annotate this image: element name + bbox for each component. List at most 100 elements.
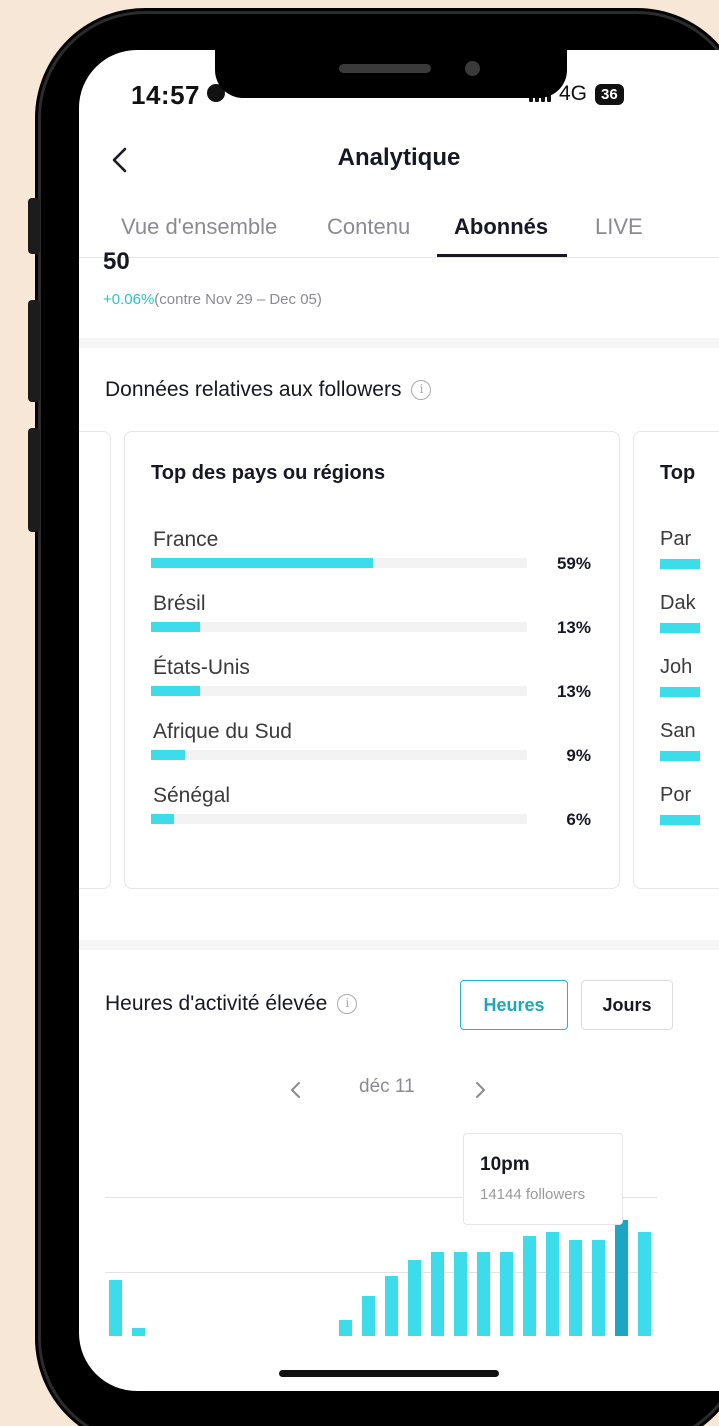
network-type: 4G bbox=[559, 82, 588, 105]
city-row: Dak bbox=[660, 592, 700, 633]
country-bar-track bbox=[151, 750, 527, 760]
chart-bar[interactable] bbox=[109, 1280, 122, 1336]
chart-bar[interactable] bbox=[569, 1240, 582, 1336]
activity-section-title: Heures d'activité élevée bbox=[105, 992, 358, 1016]
country-name: Sénégal bbox=[153, 784, 231, 807]
country-row: États-Unis 13% bbox=[151, 656, 591, 706]
country-percent: 13% bbox=[556, 618, 591, 637]
country-bar-fill bbox=[151, 750, 185, 760]
section-divider bbox=[79, 338, 719, 348]
gender-card-partial: › › › › › bbox=[79, 431, 111, 889]
chart-bar[interactable] bbox=[615, 1220, 628, 1336]
tab-content[interactable]: Contenu bbox=[327, 214, 410, 240]
active-tab-indicator bbox=[437, 254, 567, 257]
activity-bar-chart bbox=[109, 1180, 651, 1336]
hours-toggle-button[interactable]: Heures bbox=[460, 980, 568, 1030]
country-name: Afrique du Sud bbox=[153, 720, 292, 743]
chart-tooltip: 10pm 14144 followers bbox=[463, 1133, 623, 1225]
chart-bar[interactable] bbox=[638, 1232, 651, 1336]
country-row: Brésil 13% bbox=[151, 592, 591, 642]
days-toggle-button[interactable]: Jours bbox=[581, 980, 673, 1030]
volume-down-button bbox=[28, 428, 40, 532]
city-name: San bbox=[660, 720, 696, 742]
country-row: Sénégal 6% bbox=[151, 784, 591, 834]
city-name: Par bbox=[660, 528, 692, 550]
activity-section-label: Heures d'activité élevée bbox=[105, 992, 328, 1015]
followers-count: 50 bbox=[103, 248, 130, 275]
previous-date-icon[interactable] bbox=[289, 1080, 303, 1100]
page-title: Analytique bbox=[337, 144, 461, 171]
city-bar bbox=[660, 751, 700, 761]
country-bar-fill bbox=[151, 622, 200, 632]
camera bbox=[465, 61, 480, 76]
change-context: (contre Nov 29 – Dec 05) bbox=[154, 291, 322, 308]
chart-bar[interactable] bbox=[592, 1240, 605, 1336]
city-bar bbox=[660, 687, 700, 697]
info-icon[interactable] bbox=[337, 994, 358, 1014]
city-bar bbox=[660, 623, 700, 633]
tab-overview[interactable]: Vue d'ensemble bbox=[121, 214, 277, 240]
city-row: San bbox=[660, 720, 700, 761]
notch bbox=[215, 50, 567, 98]
screen: 14:57 4G 36 Analytique Vue d'ensemble Co… bbox=[79, 50, 719, 1391]
tooltip-value: 14144 followers bbox=[480, 1186, 586, 1203]
mute-switch bbox=[28, 198, 40, 254]
info-icon[interactable] bbox=[411, 380, 432, 400]
country-name: États-Unis bbox=[153, 656, 250, 679]
country-percent: 13% bbox=[556, 682, 591, 701]
country-bar-track bbox=[151, 814, 527, 824]
country-name: Brésil bbox=[153, 592, 206, 615]
country-bar-fill bbox=[151, 686, 200, 696]
chart-bar[interactable] bbox=[546, 1232, 559, 1336]
city-name: Joh bbox=[660, 656, 693, 678]
top-cities-card-partial: Top Par Dak Joh San Por bbox=[633, 431, 719, 889]
country-name: France bbox=[153, 528, 219, 551]
section-divider bbox=[79, 940, 719, 950]
home-indicator bbox=[279, 1370, 499, 1377]
followers-section-title: Données relatives aux followers bbox=[105, 378, 432, 402]
chart-bar[interactable] bbox=[431, 1252, 444, 1336]
change-value: +0.06% bbox=[103, 291, 155, 308]
chart-bar[interactable] bbox=[500, 1252, 513, 1336]
country-row: Afrique du Sud 9% bbox=[151, 720, 591, 770]
tab-bar: Vue d'ensemble Contenu Abonnés LIVE bbox=[79, 210, 719, 258]
country-percent: 9% bbox=[566, 746, 591, 765]
date-label: déc 11 bbox=[359, 1076, 415, 1097]
chart-bar[interactable] bbox=[339, 1320, 352, 1336]
country-bar-track bbox=[151, 622, 527, 632]
chart-bar[interactable] bbox=[408, 1260, 421, 1336]
country-percent: 59% bbox=[556, 554, 591, 573]
speaker bbox=[339, 64, 431, 73]
followers-change: +0.06%(contre Nov 29 – Dec 05) bbox=[103, 291, 322, 308]
followers-section-label: Données relatives aux followers bbox=[105, 378, 402, 401]
country-bar-fill bbox=[151, 558, 373, 568]
card-title-partial: Top bbox=[660, 462, 696, 484]
next-date-icon[interactable] bbox=[473, 1080, 487, 1100]
city-row: Joh bbox=[660, 656, 700, 697]
city-bar bbox=[660, 559, 700, 569]
country-percent: 6% bbox=[566, 810, 591, 829]
chart-bar[interactable] bbox=[477, 1252, 490, 1336]
city-name: Por bbox=[660, 784, 692, 806]
tab-live[interactable]: LIVE bbox=[595, 214, 643, 240]
chart-bar[interactable] bbox=[523, 1236, 536, 1336]
chart-bar[interactable] bbox=[132, 1328, 145, 1336]
city-row: Par bbox=[660, 528, 700, 569]
country-bar-track bbox=[151, 686, 527, 696]
header: Analytique bbox=[79, 138, 719, 182]
country-bar-fill bbox=[151, 814, 174, 824]
chart-bar[interactable] bbox=[362, 1296, 375, 1336]
battery-icon: 36 bbox=[595, 83, 624, 105]
chart-bar[interactable] bbox=[385, 1276, 398, 1336]
top-countries-card: Top des pays ou régions France 59% Brésil 1… bbox=[124, 431, 620, 889]
status-time: 14:57 bbox=[131, 80, 200, 110]
city-row: Por bbox=[660, 784, 700, 825]
chart-bar[interactable] bbox=[454, 1252, 467, 1336]
tooltip-time: 10pm bbox=[480, 1154, 530, 1175]
city-name: Dak bbox=[660, 592, 696, 614]
country-bar-track bbox=[151, 558, 527, 568]
city-bar bbox=[660, 815, 700, 825]
tab-followers[interactable]: Abonnés bbox=[454, 214, 548, 240]
card-title: Top des pays ou régions bbox=[151, 462, 386, 484]
country-row: France 59% bbox=[151, 528, 591, 578]
